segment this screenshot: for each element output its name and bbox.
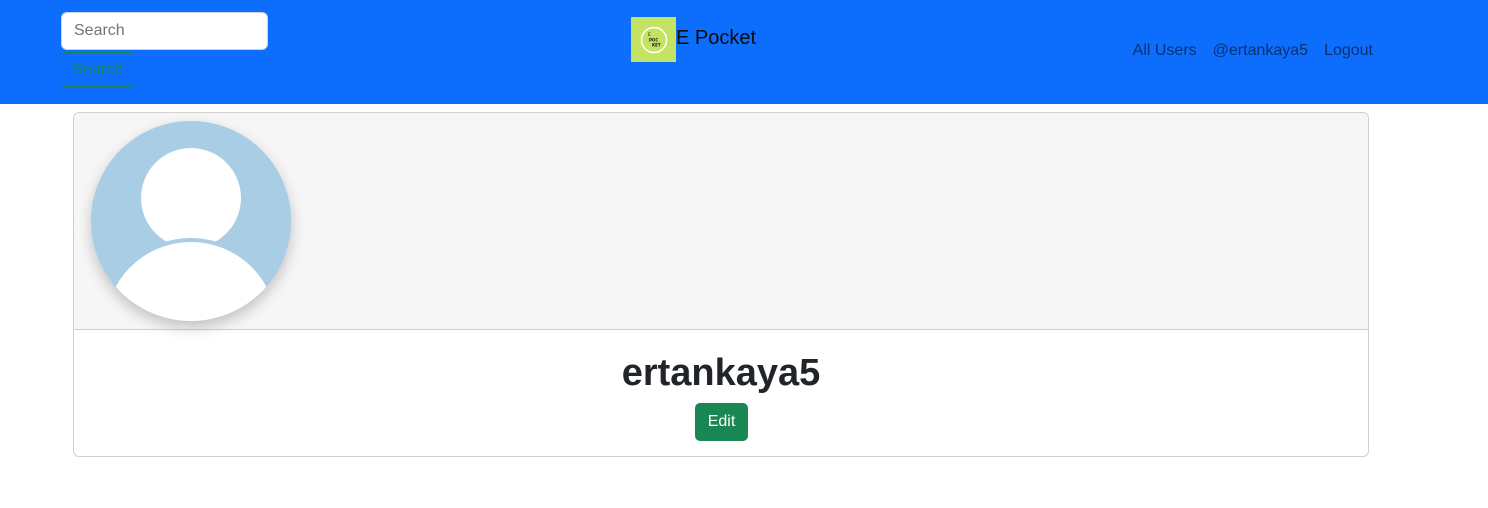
brand-logo: E POC KET [631,17,676,62]
nav-link-profile[interactable]: @ertankaya5 [1213,40,1308,61]
avatar [91,121,291,321]
profile-card: ertankaya5 Edit [73,112,1369,457]
profile-username: ertankaya5 [621,352,821,394]
nav-links: All Users @ertankaya5 Logout [1133,40,1373,61]
top-navbar: Search E POC KET E Pocket All Users @ert… [0,0,1488,104]
edit-profile-button[interactable]: Edit [695,403,748,441]
brand-link[interactable]: E POC KET E Pocket [631,17,756,62]
default-user-icon [91,121,291,321]
search-input[interactable] [61,12,268,50]
svg-text:KET: KET [652,42,661,47]
brand-name: E Pocket [676,27,757,49]
search-button[interactable]: Search [61,52,134,87]
nav-link-logout[interactable]: Logout [1324,40,1373,61]
nav-link-all-users[interactable]: All Users [1133,40,1197,61]
brand-logo-icon: E POC KET [640,26,667,53]
